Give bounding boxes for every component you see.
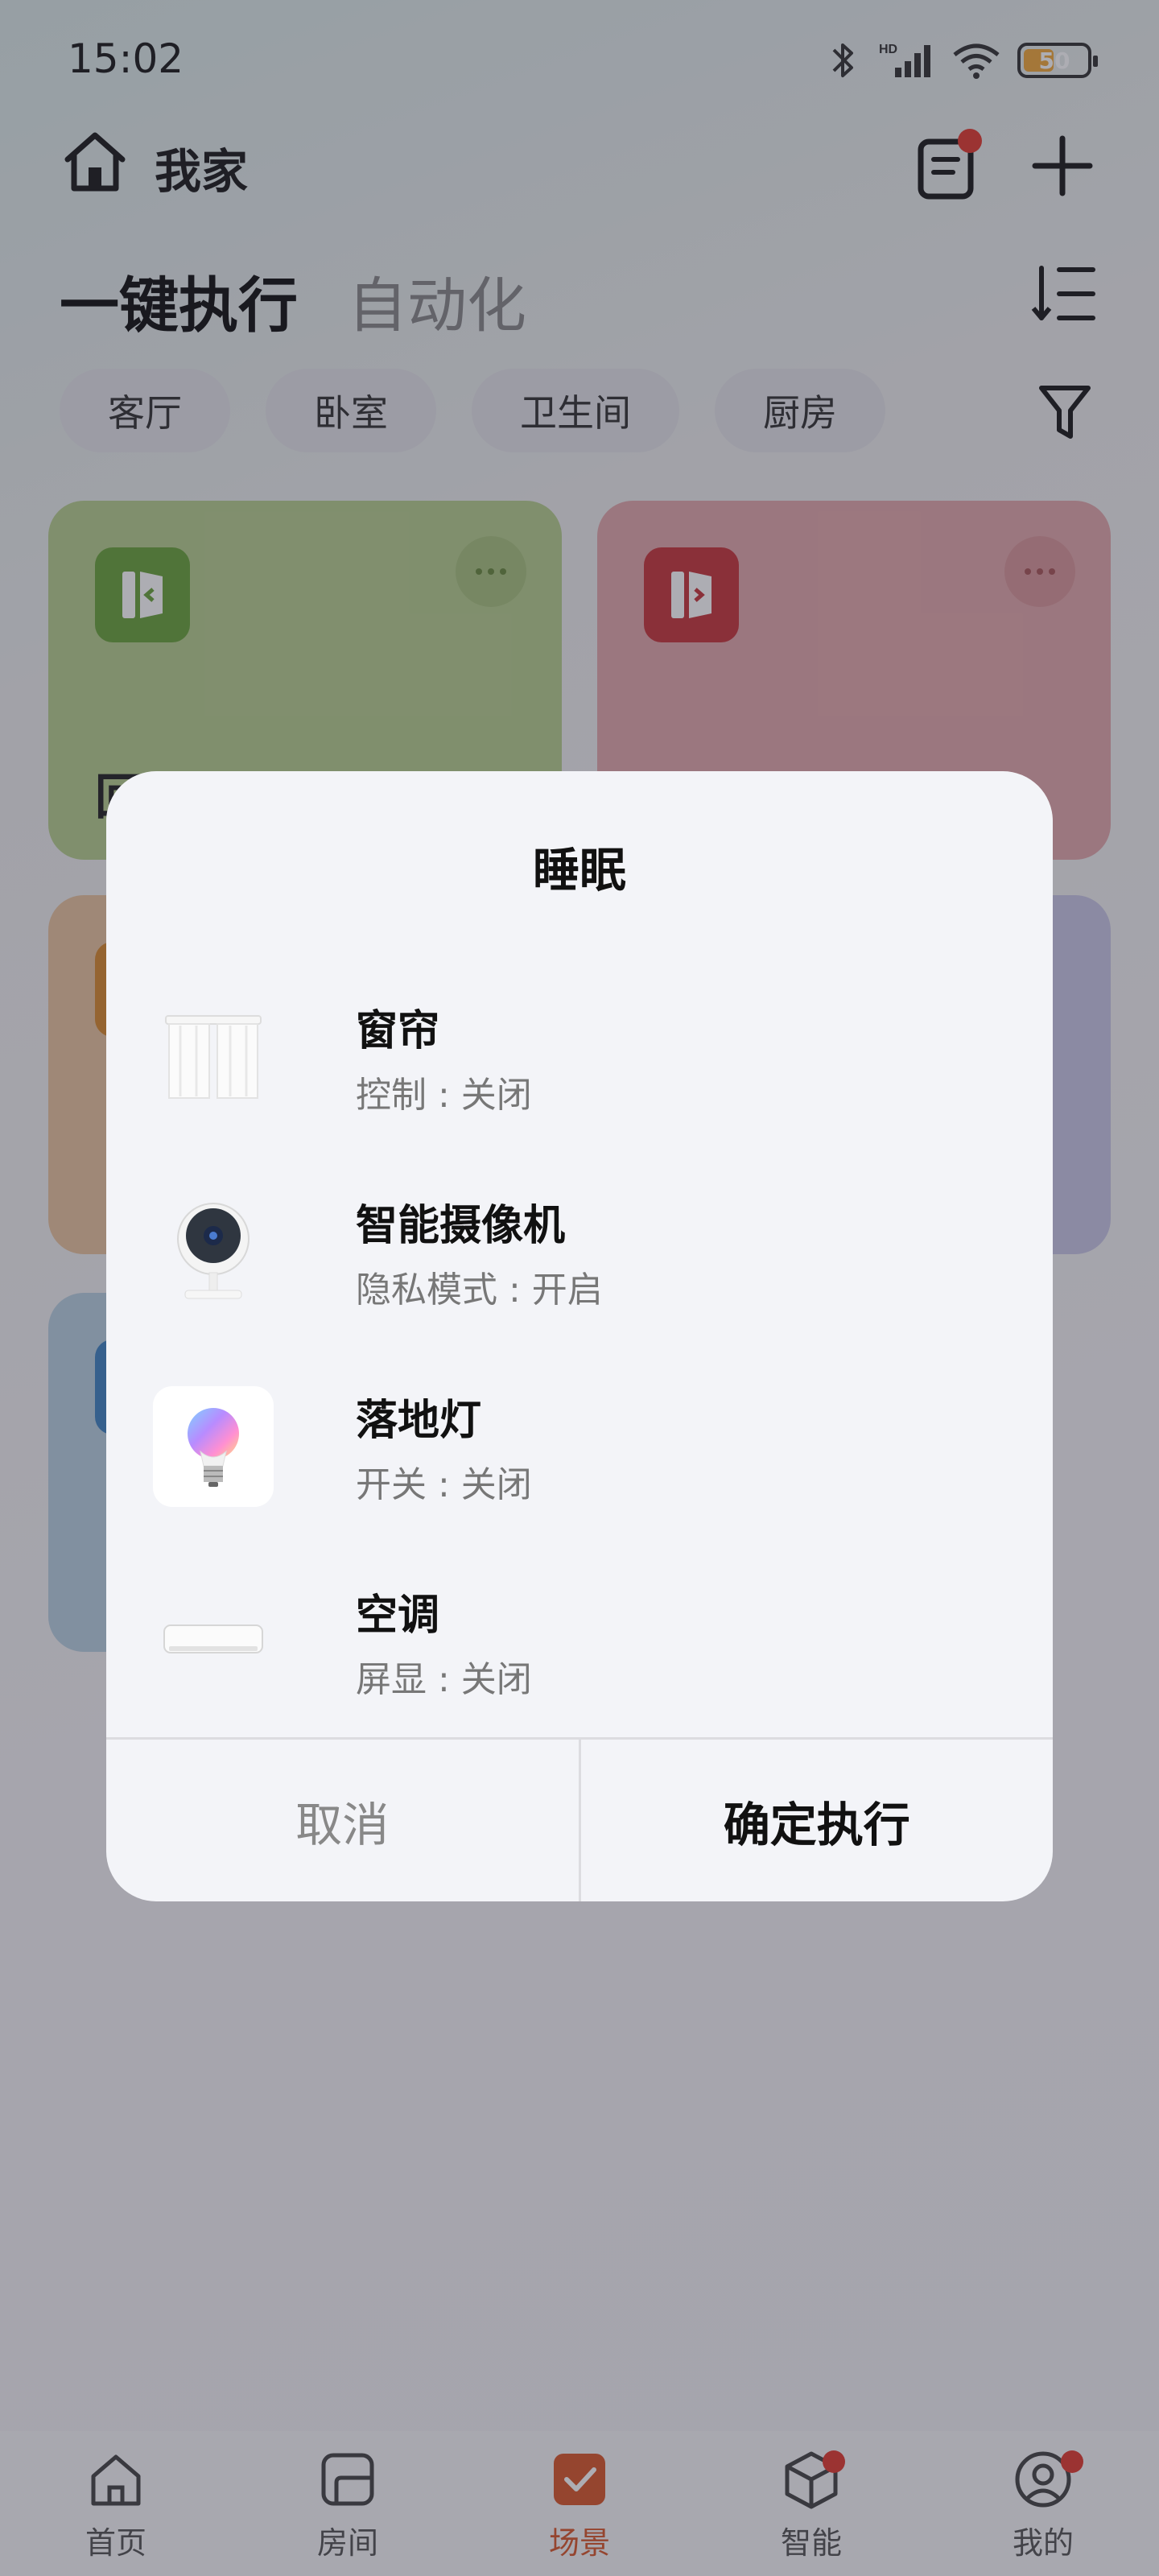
device-name: 智能摄像机 — [356, 1202, 566, 1250]
dialog-title: 睡眠 — [532, 843, 626, 898]
device-row-floor-lamp: 落地灯 开关 : 关闭 — [153, 1386, 1006, 1547]
cancel-button[interactable]: 取消 — [106, 1740, 581, 1901]
device-status: 隐私模式 : 开启 — [356, 1269, 603, 1311]
device-status: 控制 : 关闭 — [356, 1075, 532, 1116]
confirm-execute-button[interactable]: 确定执行 — [581, 1740, 1054, 1901]
device-name: 落地灯 — [356, 1397, 482, 1445]
curtain-icon — [153, 997, 274, 1117]
device-row-curtain: 窗帘 控制 : 关闭 — [153, 997, 1006, 1158]
device-row-camera: 智能摄像机 隐私模式 : 开启 — [153, 1191, 1006, 1352]
air-conditioner-icon — [153, 1581, 274, 1702]
bulb-icon — [153, 1386, 274, 1507]
dialog-actions: 取消 确定执行 — [106, 1737, 1053, 1901]
device-name: 窗帘 — [356, 1007, 440, 1055]
scene-confirm-dialog: 睡眠 窗帘 控制 : 关闭 智能摄像机 隐私模式: 开启 落地灯 开关: 关… — [106, 771, 1053, 1901]
device-status: 开关 : 关闭 — [356, 1464, 532, 1505]
camera-icon — [153, 1191, 274, 1312]
device-status: 屏显 : 关闭 — [356, 1659, 532, 1700]
device-name: 空调 — [356, 1591, 440, 1640]
device-row-air-conditioner: 空调 屏显 : 关闭 — [153, 1581, 1006, 1742]
